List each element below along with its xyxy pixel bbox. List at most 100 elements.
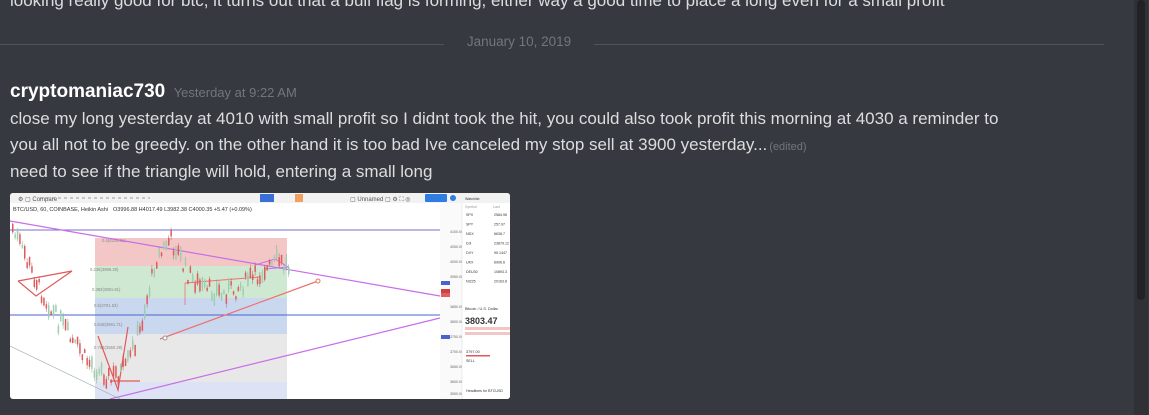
previous-message-text: looking really good for btc, it turns ou… <box>10 0 945 10</box>
candle-body <box>88 359 91 368</box>
watchlist-title: Watchlist <box>465 197 479 201</box>
fib-label-5: 0.786(3550.28) <box>94 345 123 350</box>
candle-body <box>124 358 127 367</box>
candle-body <box>264 266 266 280</box>
candle-body <box>175 249 177 260</box>
watchlist-row-last: 95.1447 <box>494 251 507 255</box>
candle-body <box>184 259 187 265</box>
candle-body <box>52 305 55 316</box>
candle-body <box>187 280 189 284</box>
candle-body <box>108 367 110 377</box>
candle-body <box>86 357 88 366</box>
candle-body <box>180 246 182 260</box>
watchlist-row-last: 257.97 <box>494 223 505 227</box>
candle-body <box>172 250 175 256</box>
watchlist-row-symbol: NDX <box>466 232 474 236</box>
candle-body <box>273 256 276 261</box>
candle-body <box>261 272 264 283</box>
price-badge <box>260 194 274 202</box>
candle-body <box>247 275 249 286</box>
watchlist-price: 3803.47 <box>465 316 498 326</box>
watchlist-row-last: 20163.8 <box>494 280 507 284</box>
watchlist-row-symbol: DXY <box>466 251 474 255</box>
candle-body <box>24 245 26 259</box>
candle-body <box>156 262 158 269</box>
chart-screenshot-attachment[interactable]: ⚙ ▢ Compare ▢ Unnamed ▢ ⚙ ⛶ ◎ BTC/USD, 6… <box>10 193 510 399</box>
message-line-3: need to see if the triangle will hold, e… <box>10 162 433 181</box>
candle-body <box>76 336 79 345</box>
candle-body <box>26 262 28 268</box>
watchlist-row-last: 6906.6 <box>494 261 505 265</box>
candle-body <box>153 269 156 278</box>
candle-body <box>62 315 64 326</box>
candle-body <box>189 266 192 273</box>
candle-body <box>252 274 254 280</box>
candle-body <box>194 282 196 293</box>
candle-body <box>31 266 33 273</box>
divider-rule-right <box>594 44 1104 45</box>
candle-body <box>105 378 108 389</box>
svg-text:3750.00: 3750.00 <box>450 335 463 339</box>
toolbar-icon <box>450 195 456 201</box>
candle-body <box>280 254 283 263</box>
candle-body <box>21 244 24 249</box>
candle-body <box>232 291 235 295</box>
username[interactable]: cryptomaniac730 <box>10 81 165 102</box>
candle-body <box>98 369 100 374</box>
candle-body <box>57 325 60 334</box>
watchlist-col-last: Last <box>493 205 500 209</box>
candle-body <box>223 290 225 295</box>
watchlist-details-title: Bitcoin / U.S. Dollar <box>465 307 499 311</box>
candle-body <box>288 267 290 275</box>
candle-body <box>45 304 48 309</box>
candle-body <box>69 338 72 343</box>
watchlist-row-symbol: SPY <box>466 223 474 227</box>
fib-label-4: 0.618(3691.71) <box>94 322 123 327</box>
svg-text:3850.00: 3850.00 <box>450 305 463 309</box>
candle-body <box>120 364 122 372</box>
candle-body <box>278 257 280 267</box>
candle-body <box>242 288 244 295</box>
candle-body <box>38 278 40 283</box>
watchlist-row-last: 10893.3 <box>494 270 507 274</box>
candle-body <box>132 340 134 350</box>
candle-body <box>220 292 223 300</box>
candle-body <box>64 319 67 331</box>
date-divider: January 10, 2019 <box>0 34 1104 49</box>
candle-body <box>213 293 216 305</box>
candle-body <box>146 295 148 305</box>
candle-body <box>103 374 105 385</box>
candle-body <box>201 277 204 289</box>
watchlist-row-symbol: DEU30 <box>466 270 478 274</box>
candle-body <box>165 240 168 251</box>
svg-text:3550.00: 3550.00 <box>450 392 463 396</box>
candle-body <box>122 356 124 367</box>
candle-body <box>144 305 146 319</box>
candle-body <box>36 280 38 290</box>
candle-body <box>182 268 184 272</box>
candle-body <box>19 234 21 244</box>
candle-body <box>33 279 36 288</box>
message-timestamp[interactable]: Yesterday at 9:22 AM <box>174 85 297 100</box>
watchlist-row-last: 6638.7 <box>494 232 505 236</box>
candle-body <box>48 305 50 318</box>
scrollbar-thumb[interactable] <box>1137 0 1145 300</box>
candle-body <box>206 287 208 291</box>
candle-body <box>216 282 218 295</box>
date-divider-label: January 10, 2019 <box>466 34 572 49</box>
candle-body <box>211 293 213 301</box>
candle-body <box>136 324 139 335</box>
message-line-2-text: you all not to be greedy. on the other h… <box>10 135 768 154</box>
candle-body <box>28 257 31 266</box>
candle-body <box>196 273 199 285</box>
candle-body <box>158 249 160 256</box>
edited-label: (edited) <box>769 141 807 153</box>
candle-body <box>110 379 112 383</box>
watchlist-row-last: 2584.96 <box>494 213 507 217</box>
fib-label-2: 0.382(3891.61) <box>92 287 121 292</box>
watchlist-sell-price: 3797.00 <box>466 350 480 354</box>
svg-text:3950.00: 3950.00 <box>450 275 463 279</box>
candle-body <box>240 284 242 288</box>
candle-body <box>74 339 76 343</box>
candle-body <box>259 275 261 285</box>
